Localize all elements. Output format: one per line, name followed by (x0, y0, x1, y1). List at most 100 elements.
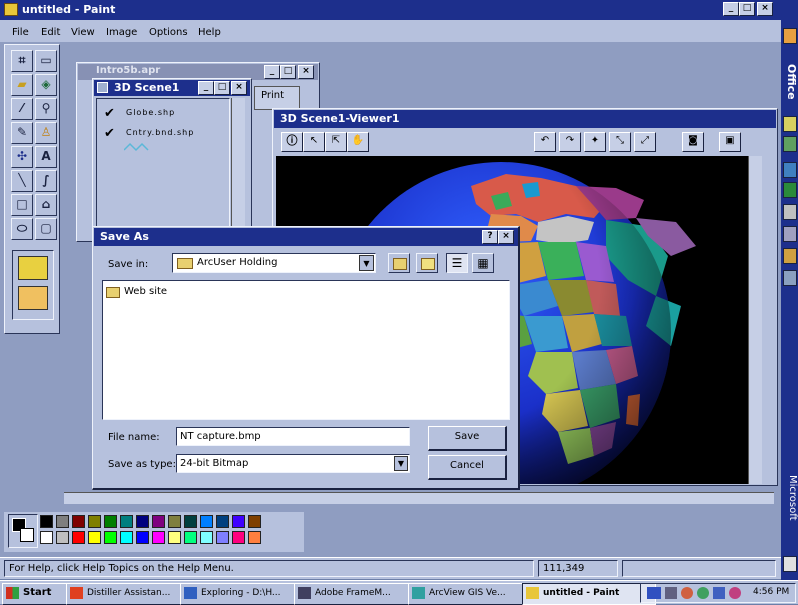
free-select-tool[interactable]: ⌗ (11, 50, 33, 72)
office-shortcut-icon[interactable] (783, 204, 797, 220)
menu-image[interactable]: Image (106, 27, 137, 38)
text-tool[interactable]: A (35, 146, 57, 168)
menu-edit[interactable]: Edit (41, 27, 60, 38)
office-shortcut-icon[interactable] (783, 136, 797, 152)
viewer-title-bar[interactable]: 3D Scene1-Viewer1 (274, 110, 776, 128)
line-tool[interactable]: ╲ (11, 170, 33, 192)
office-shortcut-icon[interactable] (783, 248, 797, 264)
save-as-title-bar[interactable]: Save As ? × (94, 228, 518, 246)
office-shortcut-icon[interactable] (783, 270, 797, 286)
color-swatch[interactable] (120, 531, 133, 544)
file-list[interactable] (102, 280, 510, 420)
details-view-button[interactable]: ▦ (472, 253, 494, 273)
color-swatch[interactable] (184, 515, 197, 528)
curve-tool[interactable]: ∫ (35, 170, 57, 192)
layer-checkbox-icon[interactable]: ✔ (104, 106, 115, 121)
tray-app-icon[interactable] (697, 587, 709, 599)
tray-network-icon[interactable] (647, 587, 661, 599)
color-swatch[interactable] (248, 531, 261, 544)
menu-file[interactable]: File (12, 27, 29, 38)
project-maximize-button[interactable]: □ (280, 65, 296, 79)
color-swatch[interactable] (184, 531, 197, 544)
info-tool-icon[interactable]: ⓘ (281, 132, 303, 152)
brush-tool[interactable]: ♙ (35, 122, 57, 144)
save-view-icon[interactable]: ▣ (719, 132, 741, 152)
project-print-tab[interactable]: Print (254, 86, 300, 110)
color-swatch[interactable] (248, 515, 261, 528)
color-swatch[interactable] (168, 515, 181, 528)
zoom-full-icon[interactable]: ⤢ (634, 132, 656, 152)
help-button[interactable]: ? (482, 230, 498, 244)
polygon-tool[interactable]: ⌂ (35, 194, 57, 216)
layer-item-country[interactable]: ✔ Cntry.bnd.shp (104, 126, 224, 156)
up-one-level-button[interactable] (388, 253, 410, 273)
save-in-dropdown[interactable]: ArcUser Holding ▼ (172, 253, 376, 273)
office-shortcut-icon[interactable] (783, 226, 797, 242)
chevron-down-icon[interactable]: ▼ (394, 456, 408, 471)
color-swatch[interactable] (88, 515, 101, 528)
color-swatch[interactable] (104, 531, 117, 544)
color-swatch[interactable] (200, 531, 213, 544)
save-button[interactable]: Save (428, 426, 507, 451)
minimize-button[interactable]: _ (723, 2, 739, 16)
color-swatch[interactable] (232, 515, 245, 528)
color-swatch[interactable] (200, 515, 213, 528)
layer-item-globe[interactable]: ✔ Globe.shp (104, 106, 224, 122)
current-colors-indicator[interactable] (8, 514, 38, 548)
color-swatch[interactable] (72, 531, 85, 544)
color-swatch[interactable] (104, 515, 117, 528)
cancel-button[interactable]: Cancel (428, 455, 507, 480)
office-shortcut-icon[interactable] (783, 116, 797, 132)
canvas-horizontal-scrollbar[interactable] (64, 492, 774, 504)
color-swatch[interactable] (232, 531, 245, 544)
color-swatch[interactable] (72, 515, 85, 528)
pencil-tool[interactable]: ✎ (11, 122, 33, 144)
color-swatch[interactable] (216, 531, 229, 544)
color-swatch[interactable] (56, 515, 69, 528)
layer-checkbox-icon[interactable]: ✔ (104, 126, 115, 141)
dialog-close-button[interactable]: × (498, 230, 514, 244)
paint-title-bar[interactable]: untitled - Paint _ □ × (0, 0, 781, 20)
color-swatch[interactable] (88, 531, 101, 544)
eraser-tool[interactable]: ▰ (11, 74, 33, 96)
scene-window-title-bar[interactable]: 3D Scene1 _ □ × (94, 80, 250, 96)
color-swatch[interactable] (152, 515, 165, 528)
rect-select-tool[interactable]: ▭ (35, 50, 57, 72)
color-swatch[interactable] (216, 515, 229, 528)
maximize-button[interactable]: □ (739, 2, 755, 16)
rectangle-tool[interactable]: □ (11, 194, 33, 216)
airbrush-tool[interactable]: ✣ (11, 146, 33, 168)
tray-app-icon[interactable] (713, 587, 725, 599)
office-shortcut-icon[interactable] (783, 556, 797, 572)
navigate-icon[interactable]: ✦ (584, 132, 606, 152)
rounded-rect-tool[interactable]: ▢ (35, 218, 57, 240)
scene-close-button[interactable]: × (231, 81, 247, 95)
menu-options[interactable]: Options (149, 27, 188, 38)
color-swatch[interactable] (136, 531, 149, 544)
menu-view[interactable]: View (71, 27, 95, 38)
pan-tool-icon[interactable]: ✋ (347, 132, 369, 152)
new-folder-button[interactable] (416, 253, 438, 273)
color-swatch[interactable] (56, 531, 69, 544)
taskbar-item-paint[interactable]: untitled - Paint (522, 583, 656, 605)
rotate-left-icon[interactable]: ↶ (534, 132, 556, 152)
color-swatch[interactable] (120, 515, 133, 528)
office-shortcut-icon[interactable] (783, 162, 797, 178)
save-type-dropdown[interactable]: 24-bit Bitmap ▼ (176, 454, 410, 473)
viewer-vertical-scrollbar[interactable] (748, 156, 762, 484)
chevron-down-icon[interactable]: ▼ (359, 255, 374, 271)
scene-maximize-button[interactable]: □ (214, 81, 230, 95)
list-item[interactable]: Web site (106, 286, 206, 300)
ellipse-tool[interactable]: ⬭ (11, 218, 33, 240)
zoom-in-icon[interactable]: ⤡ (609, 132, 631, 152)
project-close-button[interactable]: × (298, 65, 314, 79)
fill-tool[interactable]: ◈ (35, 74, 57, 96)
color-swatch[interactable] (168, 531, 181, 544)
office-shortcut-icon[interactable] (783, 182, 797, 198)
fill-style-option-1[interactable] (18, 256, 48, 280)
office-shortcut-icon[interactable] (783, 28, 797, 44)
file-name-input[interactable]: NT capture.bmp (176, 427, 410, 446)
select-tool-icon[interactable]: ⇱ (325, 132, 347, 152)
pointer-tool-icon[interactable]: ↖ (303, 132, 325, 152)
rotate-right-icon[interactable]: ↷ (559, 132, 581, 152)
